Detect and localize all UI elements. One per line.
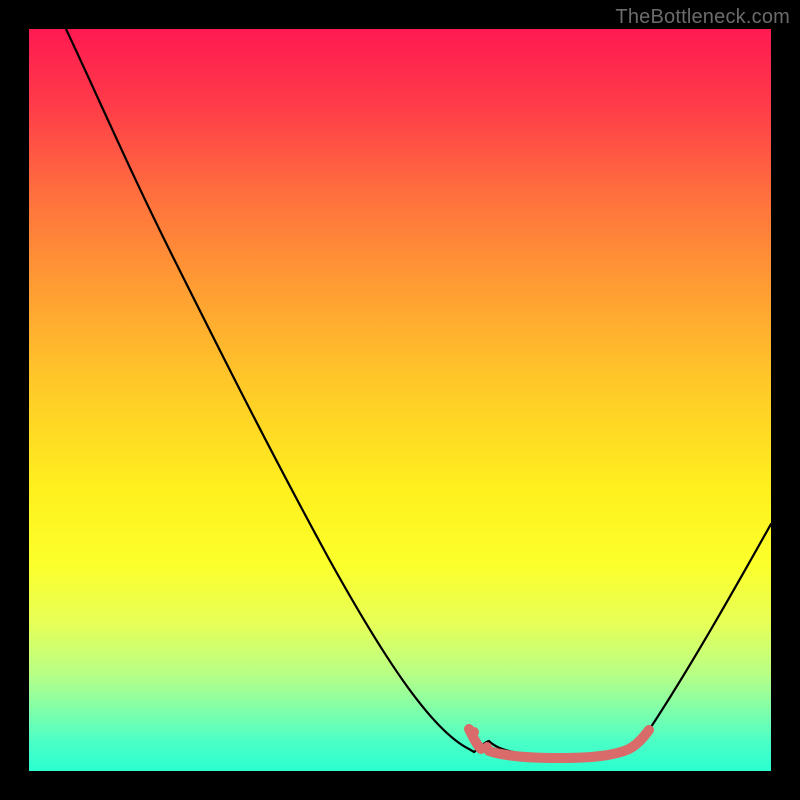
bottleneck-curve-svg (29, 29, 771, 771)
highlight-dot-2 (482, 742, 492, 752)
highlight-dot-1 (469, 727, 479, 737)
bottleneck-curve-path (66, 29, 771, 755)
highlight-segment-path (469, 729, 649, 758)
watermark-text: TheBottleneck.com (615, 6, 790, 29)
chart-area (29, 29, 771, 771)
